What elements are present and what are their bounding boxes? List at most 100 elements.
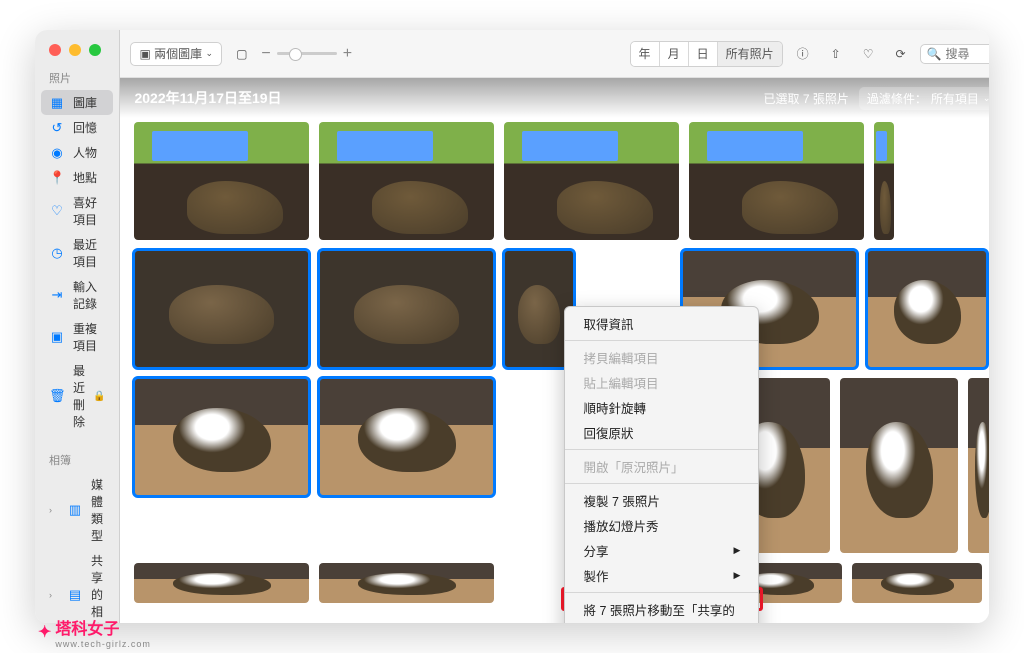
minimize-window-button[interactable] xyxy=(69,44,81,56)
people-icon: ◉ xyxy=(49,145,65,161)
toolbar: ▣ 兩個圖庫 ⌄ ▢ − + 年 月 日 所有照片 ⓘ ⇧ ♡ ⟳ 🔍 xyxy=(120,30,989,78)
photo-thumbnail[interactable] xyxy=(134,563,309,603)
photo-thumbnail[interactable] xyxy=(840,378,958,553)
sidebar-item-label: 最近項目 xyxy=(73,236,105,270)
sidebar-item-imports[interactable]: ⇥ 輸入記錄 xyxy=(41,274,113,316)
info-icon: ⓘ xyxy=(797,45,809,62)
selection-count: 已選取 7 張照片 xyxy=(764,90,849,107)
ctx-get-info[interactable]: 取得資訊 xyxy=(565,311,758,336)
search-field[interactable]: 🔍 xyxy=(920,44,989,64)
rotate-icon: ⟳ xyxy=(895,47,905,61)
sidebar-item-favorites[interactable]: ♡喜好項目 xyxy=(41,190,113,232)
airplay-button[interactable]: ▢ xyxy=(228,42,255,66)
airplay-icon: ▢ xyxy=(236,47,247,61)
sidebar-item-duplicates[interactable]: ▣重複項目 xyxy=(41,316,113,358)
sidebar-item-label: 回憶 xyxy=(73,119,105,136)
chevron-right-icon: › xyxy=(49,505,59,515)
sidebar-item-places[interactable]: 📍 地點 xyxy=(41,165,113,190)
sidebar-item-label: 輸入記錄 xyxy=(73,278,105,312)
photo-thumbnail[interactable] xyxy=(134,378,309,496)
folder-icon: ▤ xyxy=(67,587,83,603)
ctx-make[interactable]: 製作 ▶ xyxy=(565,563,758,588)
memories-icon: ↺ xyxy=(49,120,65,136)
watermark-sub: www.tech-girlz.com xyxy=(55,639,151,649)
photo-thumbnail[interactable] xyxy=(319,122,494,240)
seg-year[interactable]: 年 xyxy=(631,42,660,66)
photo-thumbnail[interactable] xyxy=(968,378,989,553)
sidebar-item-label: 喜好項目 xyxy=(73,194,105,228)
seg-month[interactable]: 月 xyxy=(660,42,689,66)
photo-thumbnail[interactable] xyxy=(319,378,494,496)
zoom-minus-icon: − xyxy=(261,45,270,63)
seg-day[interactable]: 日 xyxy=(689,42,718,66)
sidebar-item-label: 最近刪除 xyxy=(73,362,85,430)
ctx-rotate-cw[interactable]: 順時針旋轉 xyxy=(565,395,758,420)
ctx-label: 製作 xyxy=(583,566,608,585)
sidebar-item-recent[interactable]: ◷最近項目 xyxy=(41,232,113,274)
sidebar-item-people[interactable]: ◉人物 xyxy=(41,140,113,165)
grid-header: 2022年11月17日至19日 已選取 7 張照片 過濾條件： 所有項目 ⌄ xyxy=(120,78,989,118)
trash-icon: 🗑 xyxy=(49,388,65,404)
ctx-duplicate[interactable]: 複製 7 張照片 xyxy=(565,488,758,513)
ctx-copy-edits: 拷貝編輯項目 xyxy=(565,345,758,370)
sidebar-item-label: 地點 xyxy=(73,169,105,186)
chevron-down-icon: ⌄ xyxy=(206,48,214,59)
ctx-revert[interactable]: 回復原狀 xyxy=(565,420,758,445)
chevron-right-icon: ▶ xyxy=(734,570,741,581)
app-window: 照片 ▦圖庫 ↺回憶 ◉人物 📍地點 ♡喜好項目 ◷最近項目 ⇥輸入記錄 ▣重複… xyxy=(35,30,989,623)
favorite-button[interactable]: ♡ xyxy=(855,42,882,66)
photo-thumbnail[interactable] xyxy=(319,563,494,603)
lock-icon: 🔒 xyxy=(93,391,105,402)
filter-dropdown[interactable]: 過濾條件： 所有項目 ⌄ xyxy=(859,87,989,110)
filter-label: 過濾條件： xyxy=(867,90,927,107)
seg-all-photos[interactable]: 所有照片 xyxy=(718,42,782,66)
info-button[interactable]: ⓘ xyxy=(789,42,817,66)
photo-thumbnail[interactable] xyxy=(319,250,494,368)
photo-thumbnail[interactable] xyxy=(134,250,309,368)
chevron-right-icon: ▶ xyxy=(734,545,741,556)
ctx-move-shared[interactable]: 將 7 張照片移動至「共享的圖庫」 xyxy=(565,597,758,623)
ctx-slideshow[interactable]: 播放幻燈片秀 xyxy=(565,513,758,538)
separator xyxy=(565,483,758,484)
photo-thumbnail[interactable] xyxy=(689,122,864,240)
photo-thumbnail[interactable] xyxy=(874,122,894,240)
zoom-slider[interactable] xyxy=(277,52,337,55)
photo-thumbnail[interactable] xyxy=(867,250,987,368)
view-segmented-control: 年 月 日 所有照片 xyxy=(630,41,783,67)
share-button[interactable]: ⇧ xyxy=(823,42,849,66)
stack-icon: ▣ xyxy=(139,47,150,61)
photo-thumbnail[interactable] xyxy=(852,563,982,603)
sidebar-item-label: 共享的相簿 xyxy=(91,552,105,623)
photo-thumbnail[interactable] xyxy=(504,122,679,240)
sidebar-item-memories[interactable]: ↺ 回憶 xyxy=(41,115,113,140)
sidebar: 照片 ▦圖庫 ↺ 回憶 ◉人物 📍 地點 ♡喜好項目 ◷最近項目 ⇥ 輸入記錄 ▣重複… xyxy=(35,30,120,623)
chevron-right-icon: › xyxy=(49,590,59,600)
folder-icon: ▥ xyxy=(67,502,83,518)
separator xyxy=(565,340,758,341)
heart-icon: ♡ xyxy=(863,47,874,61)
photo-grid-area: 2022年11月17日至19日 已選取 7 張照片 過濾條件： 所有項目 ⌄ xyxy=(120,78,989,623)
watermark-text: 塔科女子 xyxy=(55,621,119,638)
search-input[interactable] xyxy=(945,47,989,61)
sidebar-heading-albums: 相簿 xyxy=(41,448,113,472)
sidebar-item-recently-deleted[interactable]: 🗑 最近刪除 🔒 xyxy=(41,358,113,434)
sidebar-item-media-types[interactable]: ›▥媒體類型 xyxy=(41,472,113,548)
library-icon: ▦ xyxy=(49,95,65,111)
traffic-lights xyxy=(35,30,119,66)
pin-icon: 📍 xyxy=(49,170,65,186)
sidebar-item-shared-albums[interactable]: › ▤ 共享的相簿 xyxy=(41,548,113,623)
rotate-button[interactable]: ⟳ xyxy=(887,42,913,66)
sidebar-item-library[interactable]: ▦圖庫 xyxy=(41,90,113,115)
import-icon: ⇥ xyxy=(49,287,65,303)
photo-thumbnail[interactable] xyxy=(134,122,309,240)
library-picker-label: 兩個圖庫 xyxy=(154,45,202,62)
ctx-label: 分享 xyxy=(583,541,608,560)
zoom-plus-icon: + xyxy=(343,45,352,63)
ctx-share[interactable]: 分享 ▶ xyxy=(565,538,758,563)
library-picker-dropdown[interactable]: ▣ 兩個圖庫 ⌄ xyxy=(130,42,222,66)
fullscreen-window-button[interactable] xyxy=(89,44,101,56)
sidebar-heading-photos: 照片 xyxy=(41,66,113,90)
watermark: ✦ 塔科女子 www.tech-girlz.com xyxy=(38,615,151,649)
search-icon: 🔍 xyxy=(927,47,942,61)
close-window-button[interactable] xyxy=(49,44,61,56)
